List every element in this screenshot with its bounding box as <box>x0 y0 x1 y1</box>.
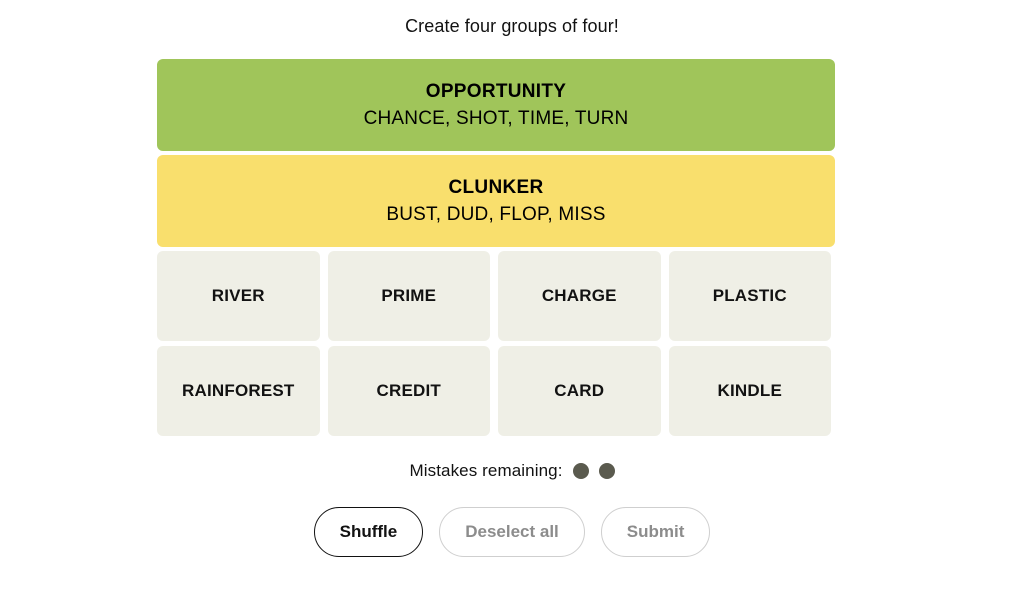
word-tile[interactable]: CREDIT <box>327 346 490 436</box>
tile-row: RIVER PRIME CHARGE PLASTIC <box>157 251 835 341</box>
tile-row: RAINFOREST CREDIT CARD KINDLE <box>157 346 835 436</box>
word-tile[interactable]: RIVER <box>157 251 320 341</box>
mistakes-label: Mistakes remaining: <box>409 461 563 480</box>
deselect-all-button[interactable]: Deselect all <box>439 507 585 557</box>
page-title: Create four groups of four! <box>405 16 619 36</box>
mistake-dot <box>598 463 615 479</box>
solved-group-name: OPPORTUNITY <box>425 80 567 102</box>
mistake-dots <box>572 463 615 479</box>
submit-button[interactable]: Submit <box>600 507 711 557</box>
word-tile[interactable]: KINDLE <box>668 346 831 436</box>
mistakes-remaining: Mistakes remaining: <box>0 461 1024 481</box>
solved-group-members: BUST, DUD, FLOP, MISS <box>386 203 606 225</box>
shuffle-button[interactable]: Shuffle <box>313 507 424 557</box>
word-tile[interactable]: PLASTIC <box>668 251 831 341</box>
controls-bar: Shuffle Deselect all Submit <box>0 507 1024 557</box>
solved-group-row: OPPORTUNITY CHANCE, SHOT, TIME, TURN <box>157 59 835 151</box>
mistake-dot <box>572 463 589 479</box>
solved-group-row: CLUNKER BUST, DUD, FLOP, MISS <box>157 155 835 247</box>
solved-group-name: CLUNKER <box>448 176 544 198</box>
connections-game: Create four groups of four! OPPORTUNITY … <box>0 0 1024 613</box>
word-tile[interactable]: RAINFOREST <box>157 346 320 436</box>
word-tile[interactable]: CHARGE <box>498 251 661 341</box>
game-board: OPPORTUNITY CHANCE, SHOT, TIME, TURN CLU… <box>157 59 835 441</box>
word-tile[interactable]: CARD <box>498 346 661 436</box>
word-tile[interactable]: PRIME <box>327 251 490 341</box>
solved-group-members: CHANCE, SHOT, TIME, TURN <box>363 107 629 129</box>
